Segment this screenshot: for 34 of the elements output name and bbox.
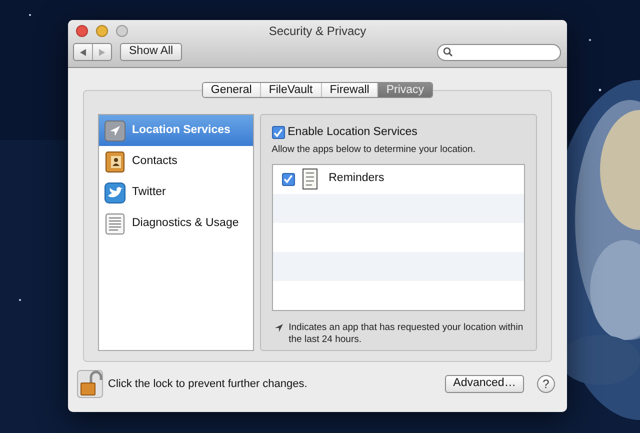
checklist-icon: [300, 168, 319, 190]
tab[interactable]: FileVault: [260, 83, 321, 97]
checkbox[interactable]: [272, 126, 285, 140]
category-item[interactable]: Diagnostics & Usage: [99, 208, 253, 239]
category-label: Location Services: [132, 122, 230, 138]
tab[interactable]: General: [202, 83, 260, 97]
footnote-text: Indicates an app that has requested your location within the last 24 hours.: [288, 322, 524, 346]
window-title: Security & Privacy: [268, 23, 366, 40]
left-triangle-icon: [80, 48, 86, 56]
close-button[interactable]: [76, 25, 88, 37]
tab[interactable]: Firewall: [320, 83, 378, 97]
address-book-icon: [104, 150, 126, 172]
category-item[interactable]: Contacts: [99, 146, 253, 177]
search-field[interactable]: [437, 44, 561, 60]
zoom-button[interactable]: [116, 25, 128, 37]
minimize-button[interactable]: [96, 25, 108, 37]
category-label: Diagnostics & Usage: [132, 216, 239, 231]
category-item[interactable]: Twitter: [99, 177, 253, 208]
category-label: Twitter: [132, 184, 166, 200]
location-arrow-icon: [274, 324, 283, 332]
bird-icon: [104, 182, 126, 204]
lock-message: Click the lock to prevent further changes.: [108, 376, 308, 392]
report-icon: [104, 212, 126, 234]
description-text: Allow the apps below to determine your location.: [272, 143, 476, 158]
category-label: Contacts: [132, 154, 178, 169]
search-icon: [443, 47, 453, 57]
right-triangle-icon: [99, 48, 105, 56]
open-lock-icon[interactable]: [77, 370, 103, 398]
checkbox-label: Enable Location Services: [288, 125, 418, 140]
app-name: Reminders: [328, 171, 384, 186]
checkbox[interactable]: [282, 172, 295, 186]
advanced-button[interactable]: Advanced…: [445, 375, 524, 393]
show-all-button[interactable]: Show All: [120, 43, 182, 61]
help-button[interactable]: ?: [537, 375, 555, 393]
